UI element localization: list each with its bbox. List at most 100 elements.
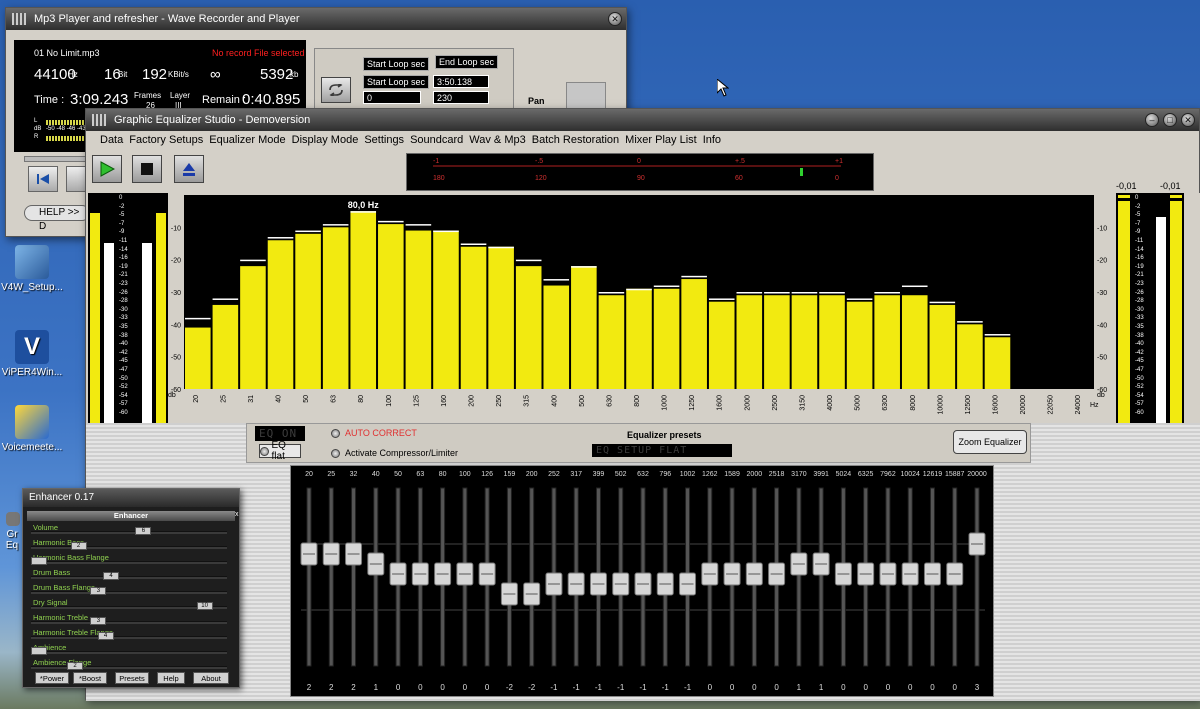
eq-slider-thumb[interactable] — [545, 572, 563, 596]
position-slider[interactable] — [24, 156, 88, 162]
end-loop-seconds-field[interactable]: 230 — [433, 91, 489, 104]
eq-slider-thumb[interactable] — [656, 572, 674, 596]
menu-soundcard[interactable]: Soundcard — [410, 134, 463, 146]
auto-correct-option[interactable]: AUTO CORRECT — [331, 428, 417, 439]
boost-button[interactable]: *Boost — [73, 672, 107, 684]
eq-slider-thumb[interactable] — [857, 562, 875, 586]
close-icon[interactable]: x — [235, 511, 241, 519]
slider-value-label: -2 — [528, 683, 536, 692]
eq-slider-thumb[interactable] — [634, 572, 652, 596]
eq-slider-thumb[interactable] — [768, 562, 786, 586]
enhancer-slider-knob[interactable]: 4 — [103, 572, 119, 580]
desktop-icon-voicemeeter[interactable]: Voicemeete... — [0, 405, 64, 453]
loop-button[interactable] — [321, 77, 351, 103]
end-loop-time-field[interactable]: 3:50.138 — [433, 75, 489, 88]
start-loop-label: Start Loop sec — [363, 57, 430, 71]
eq-slider-thumb[interactable] — [879, 562, 897, 586]
power-button[interactable]: *Power — [35, 672, 69, 684]
enhancer-slider-knob[interactable] — [31, 557, 47, 565]
eq-slider-thumb[interactable] — [389, 562, 407, 586]
eject-button[interactable] — [174, 155, 204, 183]
eq-flat-button[interactable]: EQ flat — [259, 440, 301, 462]
enhancer-slider-knob[interactable]: 2 — [70, 542, 87, 550]
pan-knob[interactable] — [566, 82, 606, 110]
compressor-option[interactable]: Activate Compressor/Limiter — [331, 448, 458, 459]
help-button[interactable]: HELP >> D — [24, 205, 90, 232]
maximize-button[interactable]: □ — [1163, 113, 1177, 127]
enhancer-slider-track[interactable] — [31, 531, 227, 534]
about-button[interactable]: About — [193, 672, 229, 684]
eq-slider-thumb[interactable] — [923, 562, 941, 586]
menu-data[interactable]: Data — [100, 134, 123, 146]
enhancer-slider-knob[interactable]: 4 — [97, 632, 114, 640]
eq-slider-thumb[interactable] — [612, 572, 630, 596]
eq-slider-thumb[interactable] — [701, 562, 719, 586]
x-tick-label: 63 — [331, 395, 338, 403]
menu-batch-restoration[interactable]: Batch Restoration — [532, 134, 619, 146]
menu-factory-setups[interactable]: Factory Setups — [129, 134, 203, 146]
eq-slider-thumb[interactable] — [411, 562, 429, 586]
stop-button[interactable] — [132, 155, 162, 183]
eq-slider-thumb[interactable] — [434, 562, 452, 586]
eq-slider-thumb[interactable] — [523, 582, 541, 606]
enhancer-slider-knob[interactable]: 2 — [67, 662, 83, 670]
eq-slider-thumb[interactable] — [367, 552, 385, 576]
eq-slider-thumb[interactable] — [345, 542, 363, 566]
desktop-icon-v4w-setup[interactable]: V4W_Setup... — [0, 245, 64, 293]
enhancer-slider-knob[interactable]: 3 — [90, 587, 107, 595]
slider-frequency-label: 20000 — [967, 471, 987, 478]
y-tick-label: -30 — [171, 290, 181, 297]
enhancer-slider-knob[interactable]: 10 — [196, 602, 213, 610]
menu-wav-mp3[interactable]: Wav & Mp3 — [469, 134, 525, 146]
eq-slider-thumb[interactable] — [812, 552, 830, 576]
eq-slider-thumb[interactable] — [456, 562, 474, 586]
slider-value-label: 0 — [908, 683, 913, 692]
play-button[interactable] — [92, 155, 122, 183]
eq-slider-thumb[interactable] — [589, 572, 607, 596]
eq-slider-thumb[interactable] — [567, 572, 585, 596]
slider-value-label: 0 — [752, 683, 757, 692]
menu-display-mode[interactable]: Display Mode — [292, 134, 359, 146]
eq-slider-thumb[interactable] — [968, 532, 986, 556]
presets-button[interactable]: Presets — [115, 672, 149, 684]
enhancer-titlebar[interactable]: Enhancer 0.17 — [23, 489, 239, 507]
eq-slider-thumb[interactable] — [478, 562, 496, 586]
start-loop-seconds-field[interactable]: 0 — [363, 91, 421, 104]
preset-selector[interactable]: EQ SETUP FLAT — [592, 444, 732, 457]
eq-slider-thumb[interactable] — [946, 562, 964, 586]
mp3-player-titlebar[interactable]: Mp3 Player and refresher - Wave Recorder… — [6, 8, 626, 30]
slider-track — [306, 487, 312, 667]
eq-slider-thumb[interactable] — [500, 582, 518, 606]
eq-slider-thumb[interactable] — [901, 562, 919, 586]
presets-label: Equalizer presets — [627, 430, 702, 440]
x-tick-label: 630 — [606, 395, 613, 407]
menu-equalizer-mode[interactable]: Equalizer Mode — [209, 134, 285, 146]
eq-slider-thumb[interactable] — [300, 542, 318, 566]
desktop-icon-graphic-eq[interactable]: Gr Eq — [0, 512, 20, 551]
eq-slider-thumb[interactable] — [322, 542, 340, 566]
menu-mixer-play-list[interactable]: Mixer Play List — [625, 134, 697, 146]
eq-slider-thumb[interactable] — [723, 562, 741, 586]
eq-slider-thumb[interactable] — [834, 562, 852, 586]
enhancer-slider-knob[interactable] — [31, 647, 47, 655]
y-tick-label: -30 — [1097, 290, 1107, 297]
enhancer-slider-knob[interactable]: 6 — [135, 527, 152, 535]
slider-frequency-label: 15887 — [945, 471, 965, 478]
zoom-equalizer-button[interactable]: Zoom Equalizer — [953, 430, 1027, 454]
eq-slider-thumb[interactable] — [745, 562, 763, 586]
vu-meter-fill — [1118, 201, 1130, 423]
close-button[interactable]: ✕ — [1181, 113, 1195, 127]
help-button[interactable]: Help — [157, 672, 185, 684]
equalizer-titlebar[interactable]: Graphic Equalizer Studio - Demoversion –… — [86, 109, 1199, 131]
close-button[interactable]: ✕ — [608, 12, 622, 26]
minimize-button[interactable]: – — [1145, 113, 1159, 127]
enhancer-slider-knob[interactable]: 3 — [90, 617, 107, 625]
previous-track-button[interactable] — [28, 166, 58, 192]
eq-slider-thumb[interactable] — [790, 552, 808, 576]
equalizer-window: Graphic Equalizer Studio - Demoversion –… — [85, 108, 1200, 701]
menu-settings[interactable]: Settings — [364, 134, 404, 146]
eq-slider-thumb[interactable] — [679, 572, 697, 596]
menu-info[interactable]: Info — [703, 134, 721, 146]
play-button[interactable] — [66, 166, 86, 192]
desktop-icon-viper4win[interactable]: V ViPER4Win... — [0, 330, 64, 378]
